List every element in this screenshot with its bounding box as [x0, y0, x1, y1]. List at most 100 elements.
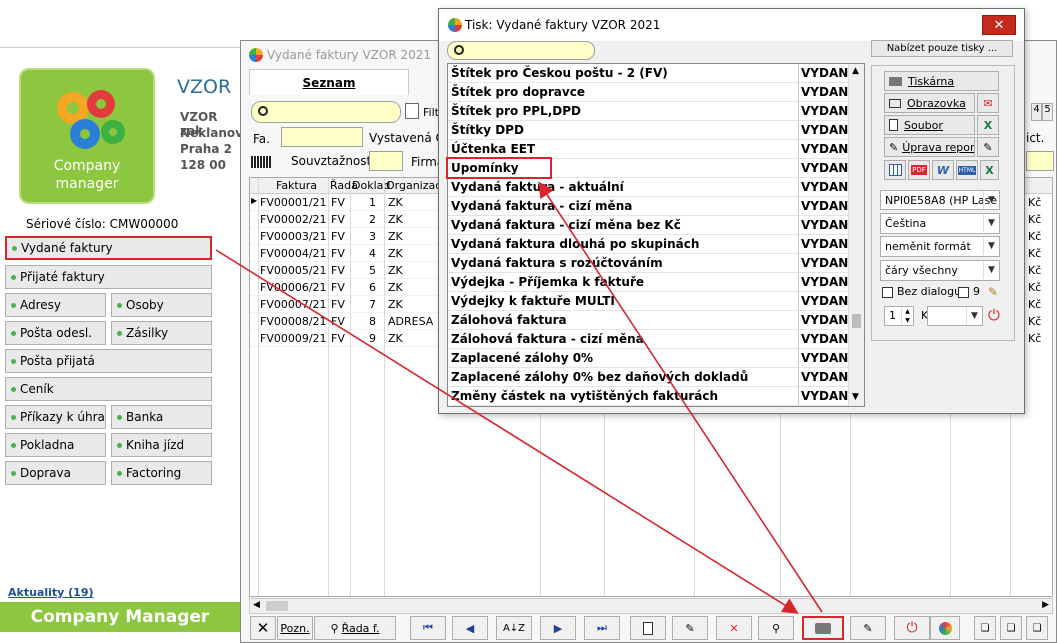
report-item[interactable]: Štítek pro Českou poštu - 2 (FV) VYDANI	[448, 64, 848, 83]
fa-input[interactable]	[281, 127, 363, 147]
tab-5[interactable]: 5	[1042, 103, 1053, 121]
soubor-button[interactable]: Soubor	[884, 115, 975, 135]
nav-doprava[interactable]: Doprava	[5, 461, 106, 485]
extra-button-3[interactable]: ❏	[1026, 616, 1048, 640]
report-item[interactable]: Zálohová faktura - cizí měna VYDANI	[448, 330, 848, 349]
designer-button[interactable]: ✎	[977, 137, 999, 157]
row-org: ZK	[388, 196, 403, 209]
new-button[interactable]	[630, 616, 666, 640]
print-search-input[interactable]	[447, 41, 595, 60]
obrazovka-button[interactable]: Obrazovka	[884, 93, 975, 113]
excel-button-2[interactable]: X	[980, 160, 999, 180]
invoice-search-input[interactable]	[251, 101, 401, 123]
count-stepper[interactable]: 1 ▲ ▼	[884, 306, 914, 326]
report-item[interactable]: Vydaná faktura - cizí měna bez Kč VYDANI	[448, 216, 848, 235]
copies-checkbox[interactable]	[958, 287, 969, 298]
power-icon[interactable]: ⏻	[988, 306, 1000, 324]
row-rada: FV	[331, 315, 345, 328]
printer-select[interactable]: NPI0E58A8 (HP Lase ▼	[880, 190, 1000, 210]
stepper-arrows-icon[interactable]: ▲ ▼	[901, 307, 913, 325]
lines-select[interactable]: čáry všechny ▼	[880, 260, 1000, 281]
row-currency: Kč	[1028, 230, 1042, 243]
edit-button[interactable]: ✎	[672, 616, 708, 640]
nav-prikazy[interactable]: Příkazy k úhradě	[5, 405, 106, 429]
delete-button[interactable]: ✕	[716, 616, 752, 640]
col-organizace[interactable]: Organizace	[386, 179, 442, 192]
nav-pokladna[interactable]: Pokladna	[5, 433, 106, 457]
bez-dialogu-checkbox[interactable]	[882, 287, 893, 298]
report-item[interactable]: Štítek pro dopravce VYDANI	[448, 83, 848, 102]
email-button[interactable]: ✉	[977, 93, 999, 113]
prev-button[interactable]: ◀	[452, 616, 488, 640]
report-item[interactable]: Změny částek na vytištěných fakturách VYD…	[448, 387, 848, 406]
report-item[interactable]: Vydaná faktura - aktuální VYDANI	[448, 178, 848, 197]
dialog-close-button[interactable]: ✕	[982, 15, 1016, 35]
settings-icon[interactable]: ✎	[988, 285, 998, 299]
next-button[interactable]: ▶	[540, 616, 576, 640]
excel-button-1[interactable]: X	[977, 115, 999, 135]
report-item[interactable]: Zálohová faktura VYDANI	[448, 311, 848, 330]
scroll-up-icon[interactable]: ▲	[852, 66, 859, 76]
sort-button[interactable]: A↓Z	[496, 616, 532, 640]
last-button[interactable]: ⏭	[584, 616, 620, 640]
uprava-button[interactable]: ✎ Úprava repor	[884, 137, 975, 157]
tools-button[interactable]: ✎	[850, 616, 886, 640]
nav-osoby[interactable]: Osoby	[111, 293, 212, 317]
report-item[interactable]: Zaplacené zálohy 0% VYDANI	[448, 349, 848, 368]
horizontal-scrollbar[interactable]: ◀ ▶	[249, 598, 1053, 614]
news-link[interactable]: Aktuality (19)	[8, 586, 94, 599]
grid-export-button[interactable]	[884, 160, 906, 180]
power-button[interactable]: ⏻	[894, 616, 930, 640]
bullet-icon	[11, 302, 16, 308]
bullet-icon	[11, 414, 16, 420]
vertical-scrollbar[interactable]: ▲ ▼	[848, 64, 864, 406]
souvztaznost-input[interactable]	[369, 151, 403, 171]
scroll-thumb[interactable]	[266, 601, 288, 611]
right-filter-input[interactable]	[1026, 151, 1054, 171]
report-item[interactable]: Vydaná faktura - cizí měna VYDANI	[448, 197, 848, 216]
k-select[interactable]: ▼	[927, 306, 983, 326]
col-faktura[interactable]: Faktura	[276, 179, 317, 192]
extra-button-1[interactable]: ❏	[974, 616, 996, 640]
pozn-button[interactable]: Pozn.	[277, 616, 313, 640]
nav-cenik[interactable]: Ceník	[5, 377, 212, 401]
report-item[interactable]: Vydaná faktura s rozúčtováním VYDANI	[448, 254, 848, 273]
format-select[interactable]: neměnit formát ▼	[880, 236, 1000, 257]
scroll-down-icon[interactable]: ▼	[852, 392, 859, 402]
html-button[interactable]: HTML	[956, 160, 978, 180]
scroll-thumb[interactable]	[852, 314, 861, 328]
nav-vydane-faktury[interactable]: Vydané faktury	[5, 236, 212, 260]
report-item[interactable]: Vydaná faktura dlouhá po skupinách VYDANI	[448, 235, 848, 254]
offer-only-button[interactable]: Nabízet pouze tisky ...	[871, 40, 1013, 57]
scroll-right-icon[interactable]: ▶	[1042, 600, 1049, 610]
pdf-button[interactable]: PDF	[908, 160, 930, 180]
tiskarna-button[interactable]: Tiskárna	[884, 71, 999, 91]
extra-button-2[interactable]: ❏	[1000, 616, 1022, 640]
report-item[interactable]: Štítek pro PPL,DPD VYDANI	[448, 102, 848, 121]
report-item[interactable]: Výdejky k faktuře MULTI VYDANI	[448, 292, 848, 311]
tab-4[interactable]: 4	[1031, 103, 1042, 121]
language-select[interactable]: Čeština ▼	[880, 213, 1000, 234]
nav-kniha-jizd[interactable]: Kniha jízd	[111, 433, 212, 457]
rada-button[interactable]: ⚲ Řada f.	[314, 616, 396, 640]
word-button[interactable]: W	[932, 160, 954, 180]
color-button[interactable]	[930, 616, 960, 640]
print-button[interactable]	[802, 616, 844, 640]
nav-prijate-faktury[interactable]: Přijaté faktury	[5, 265, 212, 289]
first-button[interactable]: ⏮	[410, 616, 446, 640]
nav-posta-odesl[interactable]: Pošta odesl.	[5, 321, 106, 345]
scroll-left-icon[interactable]: ◀	[253, 600, 260, 610]
nav-adresy[interactable]: Adresy	[5, 293, 106, 317]
tab-seznam[interactable]: Seznam	[249, 69, 409, 95]
report-item[interactable]: Štítky DPD VYDANI	[448, 121, 848, 140]
filter-icon[interactable]	[405, 103, 419, 119]
excel-icon: X	[985, 163, 994, 177]
nav-posta-prijata[interactable]: Pošta přijatá	[5, 349, 212, 373]
report-item[interactable]: Zaplacené zálohy 0% bez daňových dokladů…	[448, 368, 848, 387]
find-button[interactable]: ⚲	[758, 616, 794, 640]
nav-factoring[interactable]: Factoring	[111, 461, 212, 485]
report-item[interactable]: Výdejka - Příjemka k faktuře VYDANI	[448, 273, 848, 292]
nav-zasilky[interactable]: Zásilky	[111, 321, 212, 345]
nav-banka[interactable]: Banka	[111, 405, 212, 429]
close-button[interactable]: ✕	[250, 616, 276, 640]
